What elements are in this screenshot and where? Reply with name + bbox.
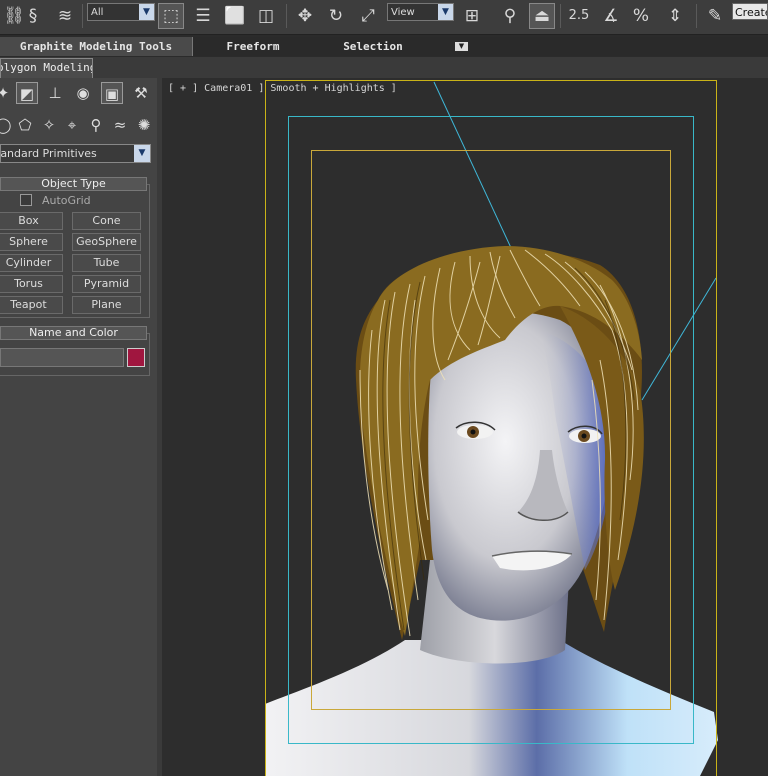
hierarchy-icon[interactable]: ⊥	[44, 82, 66, 104]
selection-filter-dropdown[interactable]: All ▼	[87, 3, 155, 21]
left-pupil	[470, 429, 476, 435]
systems-icon[interactable]: ✺	[133, 114, 155, 136]
right-pupil	[581, 433, 587, 439]
move-icon[interactable]: ✥	[292, 3, 318, 29]
viewport-menu-plus[interactable]: [ + ]	[168, 83, 198, 94]
viewport-render	[265, 80, 718, 776]
pivot-center-icon[interactable]: ⊞	[459, 3, 485, 29]
edit-named-sets-icon[interactable]: ✎	[702, 3, 728, 29]
tab-graphite-modeling-tools[interactable]: Graphite Modeling Tools	[0, 37, 193, 56]
spinner-snap-icon[interactable]: ⇕	[662, 3, 688, 29]
camera-fov-line	[641, 277, 717, 401]
tube-button[interactable]: Tube	[72, 254, 141, 272]
keyboard-shortcut-override-icon[interactable]: ⏏	[529, 3, 555, 29]
shapes-icon[interactable]: ⬠	[14, 114, 36, 136]
unlink-icon[interactable]: §	[20, 3, 46, 29]
box-button[interactable]: Box	[0, 212, 63, 230]
snap-angle-label: 2.5	[568, 8, 590, 23]
cameras-icon[interactable]: ⌖	[61, 114, 83, 136]
main-toolbar: ⛓ § ≋ All ▼ ⬚ ☰ ⬜ ◫ ✥ ↻ ⤢ View ▼ ⊞ ⚲ ⏏ 2…	[0, 0, 768, 35]
rotate-icon[interactable]: ↻	[323, 3, 349, 29]
rectangle-selection-icon[interactable]: ⬜	[222, 3, 248, 29]
display-icon[interactable]: ▣	[101, 82, 123, 104]
ribbon-panel-strip: olygon Modeling	[0, 57, 768, 78]
select-object-icon[interactable]: ⬚	[158, 3, 184, 29]
reference-coordinate-value: View	[391, 7, 415, 18]
object-name-field[interactable]	[0, 348, 124, 367]
primitive-category-dropdown[interactable]: tandard Primitives ▼	[0, 144, 151, 163]
teapot-button[interactable]: Teapot	[0, 296, 63, 314]
viewport-shading-label[interactable]: Smooth + Highlights	[270, 83, 384, 94]
cone-button[interactable]: Cone	[72, 212, 141, 230]
window-crossing-icon[interactable]: ◫	[253, 3, 279, 29]
helpers-icon[interactable]: ⚲	[85, 114, 107, 136]
modify-icon[interactable]: ◩	[16, 82, 38, 104]
object-color-swatch[interactable]	[127, 348, 145, 367]
autogrid-checkbox[interactable]	[20, 194, 32, 206]
bind-spacewarp-icon[interactable]: ≋	[52, 3, 78, 29]
tab-polygon-modeling[interactable]: olygon Modeling	[0, 58, 93, 78]
object-type-rollout-title[interactable]: Object Type	[0, 177, 147, 191]
primitive-category-value: tandard Primitives	[0, 147, 97, 160]
angle-snap-icon[interactable]: 2.5	[566, 3, 592, 29]
motion-icon[interactable]: ◉	[72, 82, 94, 104]
utilities-icon[interactable]: ⚒	[130, 82, 152, 104]
lights-icon[interactable]: ✧	[38, 114, 60, 136]
name-and-color-rollout-title[interactable]: Name and Color	[0, 326, 147, 340]
plane-button[interactable]: Plane	[72, 296, 141, 314]
named-selection-set-field[interactable]: Create	[732, 3, 768, 20]
tab-freeform[interactable]: Freeform	[193, 37, 313, 56]
select-by-name-icon[interactable]: ☰	[190, 3, 216, 29]
snap-toggle-icon[interactable]: ∡	[598, 3, 624, 29]
chevron-down-icon: ▼	[438, 4, 453, 20]
pyramid-button[interactable]: Pyramid	[72, 275, 141, 293]
chevron-down-icon: ▼	[139, 4, 154, 20]
spacewarps-icon[interactable]: ≈	[109, 114, 131, 136]
sphere-button[interactable]: Sphere	[0, 233, 63, 251]
tab-selection[interactable]: Selection	[313, 37, 433, 56]
named-selection-set-value: Create	[735, 6, 768, 19]
snap-percent-label: %	[632, 6, 650, 26]
scale-icon[interactable]: ⤢	[355, 3, 381, 29]
camera-viewport[interactable]	[162, 78, 768, 776]
manipulate-icon[interactable]: ⚲	[497, 3, 523, 29]
viewport-camera-label[interactable]: Camera01	[204, 83, 252, 94]
create-icon[interactable]: ✦	[0, 82, 14, 104]
cylinder-button[interactable]: Cylinder	[0, 254, 63, 272]
selection-filter-value: All	[91, 7, 104, 18]
chevron-down-icon: ▼	[134, 145, 150, 162]
viewport-label[interactable]: [ + ] Camera01 ] Smooth + Highlights ]	[168, 82, 397, 96]
autogrid-label: AutoGrid	[42, 194, 91, 207]
percent-snap-icon[interactable]: %	[628, 3, 654, 29]
ribbon-minimize-icon[interactable]: ▼	[455, 42, 468, 51]
torus-button[interactable]: Torus	[0, 275, 63, 293]
camera-target-line	[433, 81, 513, 251]
ribbon-bar: Graphite Modeling Tools Freeform Selecti…	[0, 37, 768, 56]
geosphere-button[interactable]: GeoSphere	[72, 233, 141, 251]
geometry-icon[interactable]: ◯	[0, 114, 14, 136]
reference-coordinate-dropdown[interactable]: View ▼	[387, 3, 454, 21]
